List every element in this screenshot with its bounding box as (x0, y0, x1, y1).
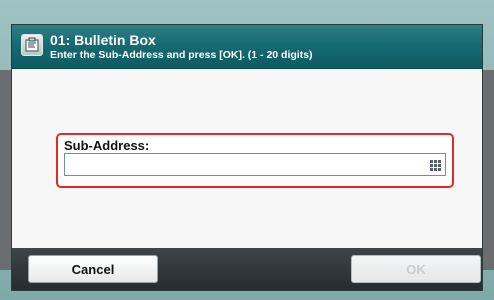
dialog-header: 01: Bulletin Box Enter the Sub-Address a… (12, 25, 482, 69)
sub-address-input[interactable] (64, 153, 446, 176)
right-bezel (482, 70, 494, 270)
left-bezel (0, 70, 12, 270)
ok-button[interactable]: OK (351, 255, 481, 283)
dialog-footer: Cancel OK (12, 248, 482, 290)
sub-address-dialog: 01: Bulletin Box Enter the Sub-Address a… (12, 25, 482, 290)
dialog-title: 01: Bulletin Box (50, 32, 156, 48)
sub-address-field-group: Sub-Address: (56, 133, 454, 188)
dialog-instruction: Enter the Sub-Address and press [OK]. (1… (50, 49, 313, 61)
bulletin-box-icon (21, 34, 43, 56)
cancel-button[interactable]: Cancel (28, 255, 158, 283)
sub-address-label: Sub-Address: (64, 138, 150, 153)
keypad-icon[interactable] (430, 160, 441, 171)
